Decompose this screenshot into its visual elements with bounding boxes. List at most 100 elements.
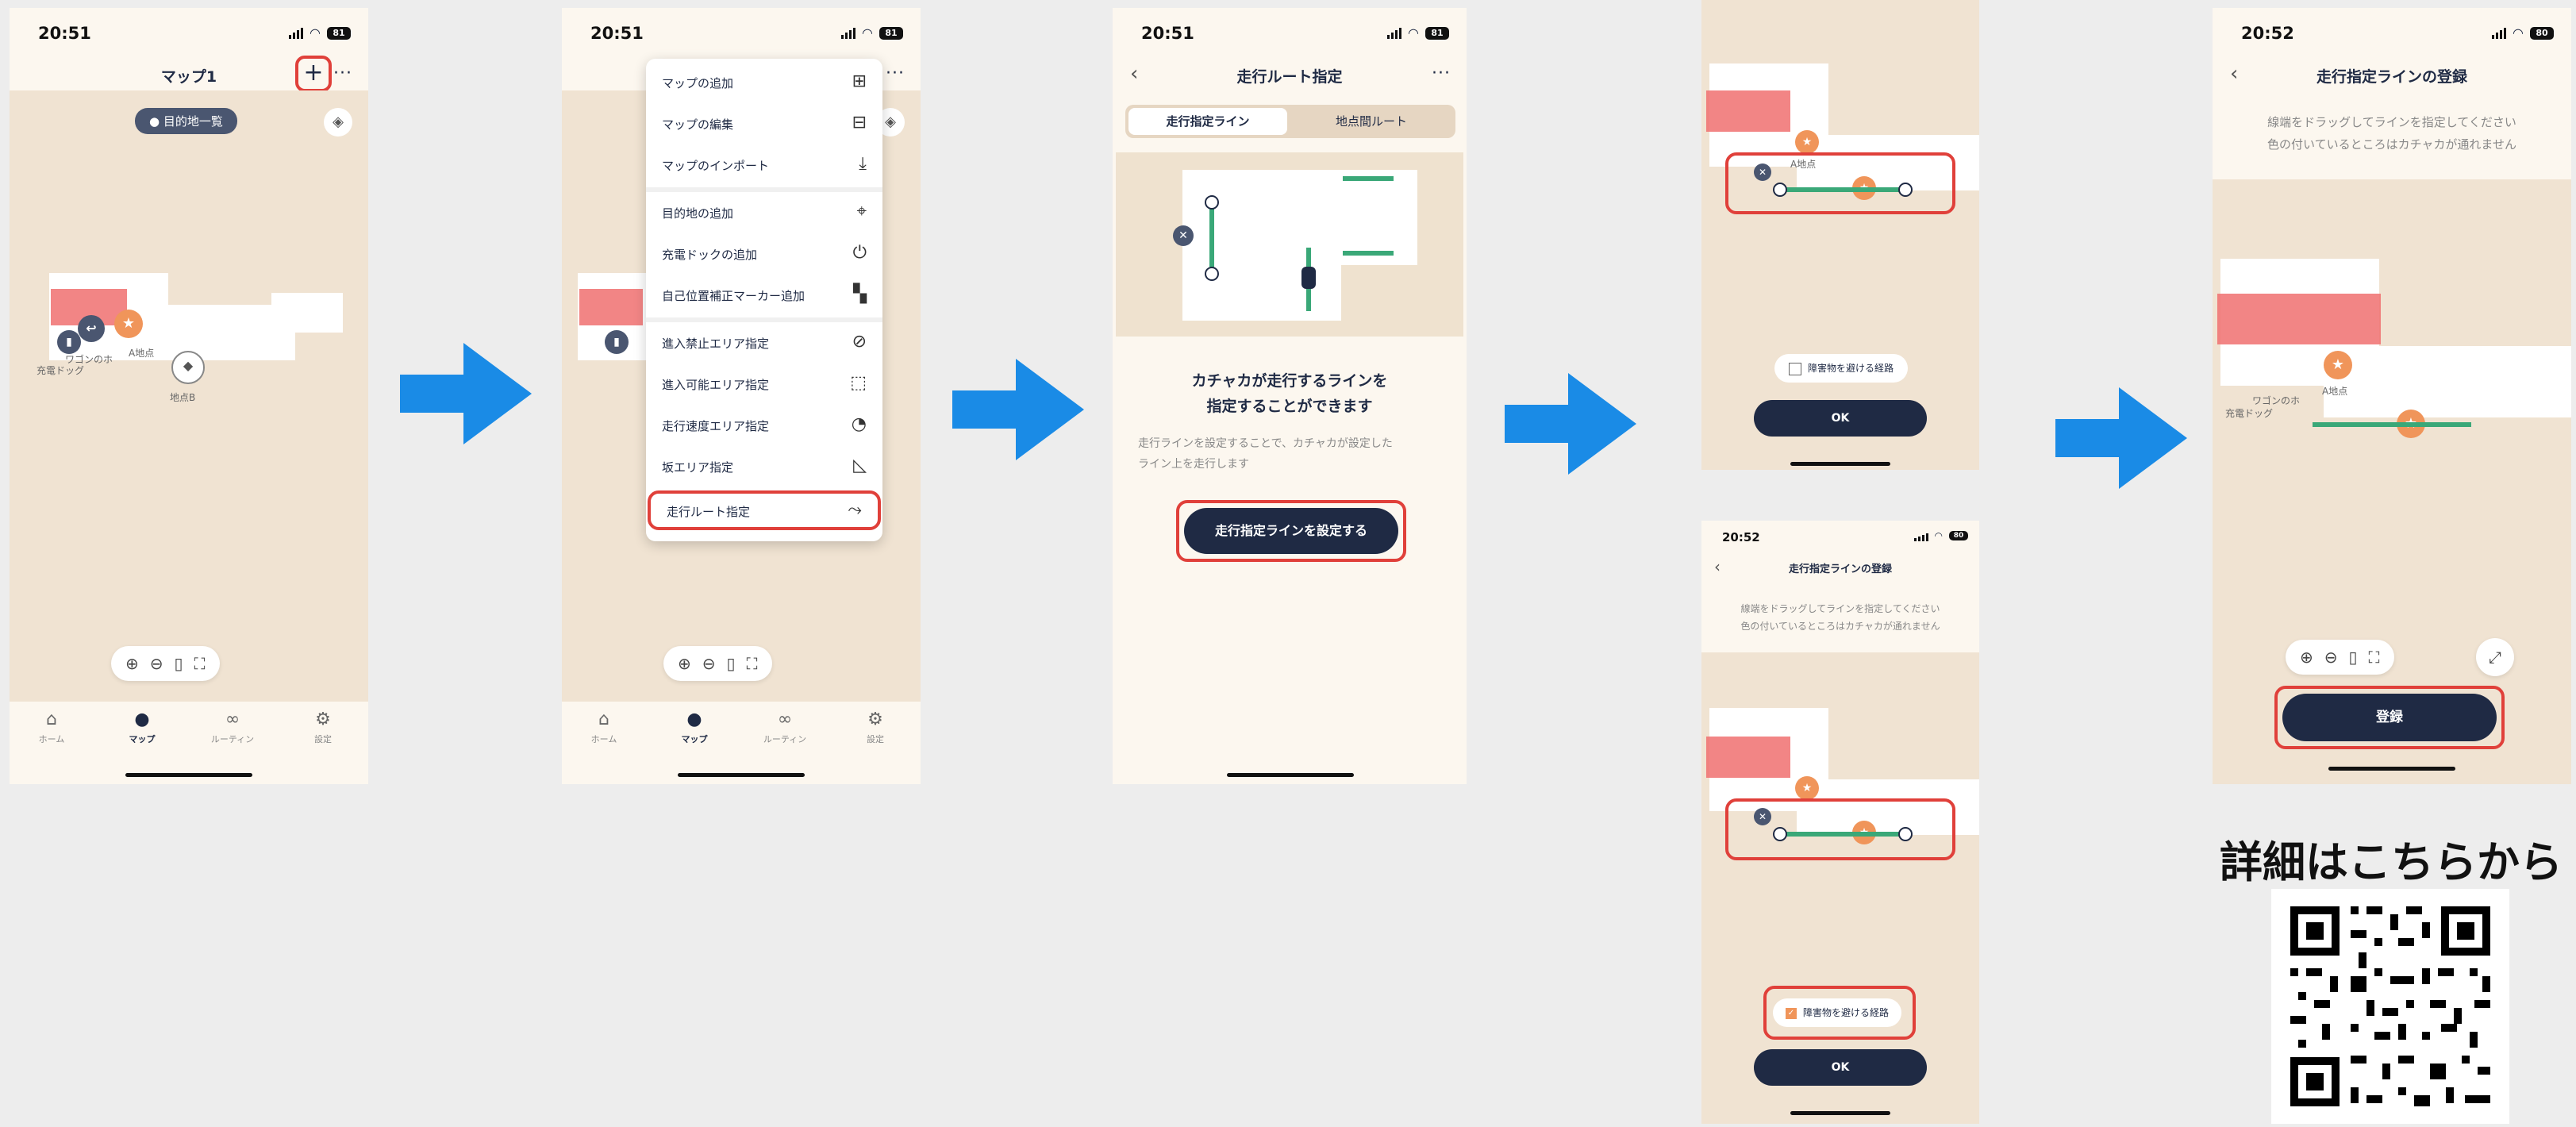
- fit-icon[interactable]: ⛶: [2369, 648, 2380, 667]
- status-bar: 20:52 ◠ 80: [1701, 521, 1979, 552]
- map-canvas[interactable]: ★ ★ ✕ ✓障害物を避ける経路 OK: [1701, 652, 1979, 1124]
- menu-item-edit-map[interactable]: マップの編集 ⊟: [646, 103, 882, 144]
- zoom-out-icon[interactable]: ⊖: [702, 654, 716, 673]
- wifi-icon: ◠: [310, 25, 321, 40]
- map-canvas[interactable]: ★ ★ A地点 ワゴンのホ 充電ドッグ ⊕ ⊖ ▯ ⛶ ⤢ 登録: [2213, 179, 2571, 784]
- page-title: 走行ルート指定: [1236, 68, 1343, 86]
- fit-icon[interactable]: ⛶: [747, 654, 758, 673]
- arrow-icon: [400, 343, 532, 444]
- route-endpoint[interactable]: [1773, 183, 1787, 197]
- hint: 線端をドラッグしてラインを指定してください 色の付いているところはカチャカが通れ…: [1740, 603, 1940, 632]
- screen-map-menu: 20:51 ◠ 81 ··· ◈ ▮ ⊕ ⊖ ▯ ⛶ マップの追加 ⊞ マップの編…: [562, 8, 921, 784]
- menu-item-entry-area[interactable]: 進入可能エリア指定 ⬚: [646, 363, 882, 405]
- more-icon[interactable]: ···: [886, 63, 905, 83]
- menu-item-no-entry[interactable]: 進入禁止エリア指定 ⊘: [646, 322, 882, 363]
- wifi-icon: ◠: [1408, 25, 1419, 40]
- route-line: [1779, 187, 1903, 192]
- obstacle-checkbox[interactable]: 障害物を避ける経路: [1774, 354, 1909, 383]
- no-go-zone: [579, 289, 643, 325]
- device-icon[interactable]: ▯: [727, 654, 736, 673]
- tab-routine[interactable]: ∞ ルーティン: [749, 710, 821, 745]
- menu-item-add-map[interactable]: マップの追加 ⊞: [646, 62, 882, 103]
- map-canvas[interactable]: ★ ★ A地点 ✕ 障害物を避ける経路 OK: [1701, 0, 1979, 470]
- close-icon[interactable]: ✕: [1754, 808, 1771, 825]
- zoom-out-icon[interactable]: ⊖: [150, 654, 163, 673]
- charger-pin[interactable]: ▮: [57, 330, 81, 354]
- menu-item-add-dock[interactable]: 充電ドックの追加 ⏻: [646, 233, 882, 275]
- tab-routine[interactable]: ∞ ルーティン: [197, 710, 268, 745]
- fit-icon[interactable]: ⛶: [194, 654, 206, 673]
- close-icon[interactable]: ✕: [1754, 163, 1771, 181]
- add-menu: マップの追加 ⊞ マップの編集 ⊟ マップのインポート ⤓ 目的地の追加 ⌖ 充電ドック…: [646, 59, 882, 541]
- star-pin[interactable]: ★: [114, 310, 143, 338]
- slope-icon: ◺: [853, 456, 867, 475]
- tab-map[interactable]: ● マップ: [659, 710, 730, 745]
- destinations-pill[interactable]: ● 目的地一覧: [135, 108, 237, 134]
- route-endpoint[interactable]: [1773, 827, 1787, 841]
- signal-icon: [1913, 530, 1928, 541]
- home-indicator: [125, 773, 252, 777]
- tab-home[interactable]: ⌂ ホーム: [16, 710, 87, 745]
- menu-item-slope-area[interactable]: 坂エリア指定 ◺: [646, 446, 882, 487]
- heading: カチャカが走行するラインを 指定することができます: [1191, 372, 1388, 415]
- star-pin[interactable]: ★: [1795, 776, 1819, 800]
- menu-item-add-destination[interactable]: 目的地の追加 ⌖: [646, 192, 882, 233]
- arrow-icon: [2055, 387, 2187, 489]
- map-pin-icon: ●: [134, 710, 150, 729]
- status-bar: 20:51 ◠ 81: [562, 8, 921, 56]
- highlight-box: [1725, 152, 1955, 214]
- tab-settings[interactable]: ⚙ 設定: [840, 710, 911, 745]
- menu-item-import-map[interactable]: マップのインポート ⤓: [646, 144, 882, 186]
- status-time: 20:52: [1722, 530, 1760, 544]
- zoom-in-icon[interactable]: ⊕: [125, 654, 139, 673]
- robot-pin[interactable]: ↩: [78, 315, 105, 342]
- menu-item-speed-area[interactable]: 走行速度エリア指定 ◔: [646, 405, 882, 446]
- screen-map: 20:51 ◠ 81 マップ1 + ··· ● 目的地一覧 ◈ ▮ ↩ ★ ◆ …: [10, 8, 368, 784]
- import-icon: ⤓: [859, 154, 867, 174]
- add-button[interactable]: +: [295, 56, 332, 92]
- qr-code-icon: [2271, 889, 2509, 1124]
- star-pin[interactable]: ★: [1795, 130, 1819, 154]
- zoom-in-icon[interactable]: ⊕: [678, 654, 691, 673]
- star-pin[interactable]: ★: [2324, 351, 2352, 379]
- charger-pin[interactable]: ▮: [605, 330, 629, 354]
- b-pin[interactable]: ◆: [171, 351, 205, 384]
- zoom-out-icon[interactable]: ⊖: [2324, 648, 2338, 667]
- edit-route-icon[interactable]: ⤢: [2476, 638, 2514, 676]
- route-line: [2313, 422, 2471, 427]
- route-endpoint[interactable]: [1898, 827, 1913, 841]
- status-icons: ◠ 80: [1913, 530, 1968, 541]
- tab-point-route[interactable]: 地点間ルート: [1290, 108, 1452, 135]
- tab-settings[interactable]: ⚙ 設定: [287, 710, 359, 745]
- more-icon[interactable]: ···: [333, 63, 352, 83]
- device-icon[interactable]: ▯: [175, 654, 183, 673]
- tab-bar: ⌂ ホーム ● マップ ∞ ルーティン ⚙ 設定: [562, 702, 921, 781]
- wifi-icon: ◠: [862, 25, 873, 40]
- screen-register-line: 20:52 ◠ 80 ‹ 走行指定ラインの登録 線端をドラッグしてラインを指定し…: [2213, 8, 2571, 784]
- status-time: 20:51: [1141, 24, 1194, 43]
- zoom-in-icon[interactable]: ⊕: [2300, 648, 2313, 667]
- more-icon[interactable]: ···: [1432, 63, 1451, 83]
- menu-item-route[interactable]: 走行ルート指定 ⤳: [648, 490, 881, 530]
- promo-text: 詳細はこちらから: [2220, 837, 2563, 887]
- routine-icon: ∞: [225, 710, 240, 729]
- tab-line[interactable]: 走行指定ライン: [1128, 108, 1287, 135]
- layers-icon[interactable]: ◈: [324, 108, 352, 137]
- register-button[interactable]: 登録: [2282, 694, 2497, 741]
- hint: 線端をドラッグしてラインを指定してください 色の付いているところはカチャカが通れ…: [2267, 115, 2516, 152]
- close-icon[interactable]: ✕: [1173, 225, 1194, 246]
- menu-item-add-marker[interactable]: 自己位置補正マーカー追加 ▚: [646, 275, 882, 316]
- set-line-button[interactable]: 走行指定ラインを設定する: [1184, 508, 1398, 554]
- ok-button[interactable]: OK: [1754, 400, 1927, 437]
- no-go-zone: [2217, 294, 2381, 344]
- obstacle-checkbox[interactable]: ✓ 障害物を避ける経路: [1773, 998, 1902, 1027]
- tab-map[interactable]: ● マップ: [106, 710, 178, 745]
- device-icon[interactable]: ▯: [2349, 648, 2358, 667]
- checkbox-empty-icon: [1789, 362, 1801, 375]
- map-canvas[interactable]: ● 目的地一覧 ◈ ▮ ↩ ★ ◆ ワゴンのホ 充電ドッグ A地点 地点B ⊕ …: [10, 90, 368, 702]
- tab-home[interactable]: ⌂ ホーム: [568, 710, 640, 745]
- route-endpoint[interactable]: [1898, 183, 1913, 197]
- ok-button[interactable]: OK: [1754, 1049, 1927, 1086]
- status-bar: 20:51 ◠ 81: [10, 8, 368, 56]
- qr-code[interactable]: [2271, 889, 2509, 1124]
